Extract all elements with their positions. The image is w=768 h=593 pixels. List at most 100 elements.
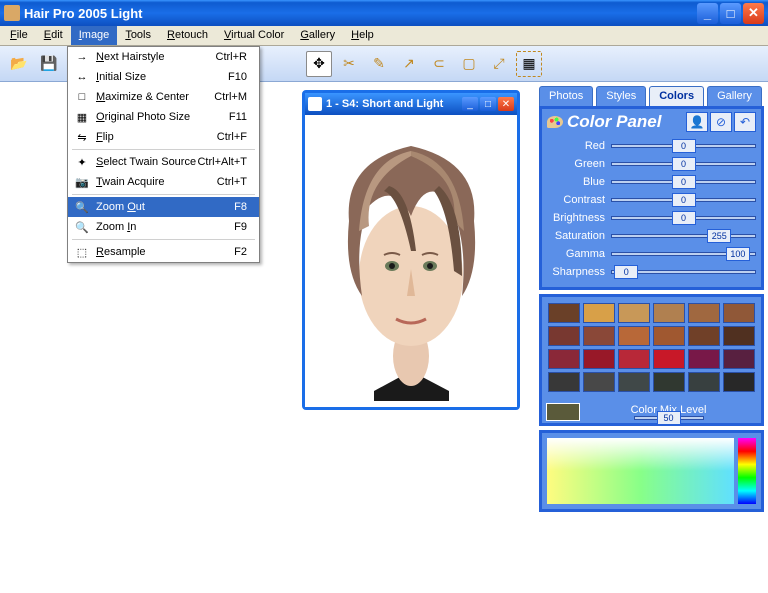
color-swatch[interactable] (723, 303, 755, 323)
lasso-tool-button[interactable]: ⊂ (426, 51, 452, 77)
eraser-button[interactable]: ⊘ (710, 112, 732, 132)
child-maximize-button[interactable]: □ (480, 97, 496, 111)
color-swatch[interactable] (618, 372, 650, 392)
hairstyle-preview-image (314, 121, 509, 401)
swatch-panel: Color Mix Level 50 (539, 294, 764, 426)
slider-brightness[interactable]: 0 (611, 216, 756, 220)
menu-item-zoom-out[interactable]: 🔍Zoom OutF8 (68, 197, 259, 217)
slider-label-green: Green (547, 158, 611, 170)
color-swatch[interactable] (723, 326, 755, 346)
color-swatch[interactable] (688, 372, 720, 392)
color-swatch[interactable] (548, 326, 580, 346)
tab-photos[interactable]: Photos (539, 86, 593, 106)
slider-contrast[interactable]: 0 (611, 198, 756, 202)
color-panel-title: Color Panel (567, 112, 684, 132)
color-swatch[interactable] (618, 303, 650, 323)
slider-green[interactable]: 0 (611, 162, 756, 166)
tab-colors[interactable]: Colors (649, 86, 704, 106)
color-swatch[interactable] (548, 349, 580, 369)
menu-edit[interactable]: Edit (36, 26, 71, 45)
menu-tools[interactable]: Tools (117, 26, 159, 45)
tab-styles[interactable]: Styles (596, 86, 646, 106)
slider-gamma[interactable]: 100 (611, 252, 756, 256)
menu-help[interactable]: Help (343, 26, 382, 45)
hue-bar-picker[interactable] (738, 438, 756, 504)
menu-item-next-hairstyle[interactable]: →Next HairstyleCtrl+R (68, 47, 259, 67)
slider-thumb-gamma[interactable]: 100 (726, 247, 750, 261)
color-mix-preview[interactable] (546, 403, 580, 421)
open-folder-button[interactable]: 📂 (6, 51, 32, 77)
slider-group: Red0Green0Blue0Contrast0Brightness0Satur… (542, 135, 761, 287)
close-button[interactable]: ✕ (743, 3, 764, 24)
child-minimize-button[interactable]: _ (462, 97, 478, 111)
color-swatch[interactable] (653, 349, 685, 369)
menubar: FileEditImageToolsRetouchVirtual ColorGa… (0, 26, 768, 46)
color-swatch[interactable] (688, 326, 720, 346)
color-select-button[interactable]: ▦ (516, 51, 542, 77)
window-title: Hair Pro 2005 Light (24, 6, 695, 21)
slider-thumb-red[interactable]: 0 (672, 139, 696, 153)
menu-file[interactable]: File (2, 26, 36, 45)
maximize-button[interactable]: □ (720, 3, 741, 24)
side-tabs: PhotosStylesColorsGallery (539, 86, 764, 106)
slider-saturation[interactable]: 255 (611, 234, 756, 238)
resize-tool-button[interactable]: ⤢ (486, 51, 512, 77)
child-window-icon (308, 97, 322, 111)
menu-virtual-color[interactable]: Virtual Color (216, 26, 292, 45)
rect-tool-button[interactable]: ▢ (456, 51, 482, 77)
save-button[interactable]: 💾 (36, 51, 62, 77)
slider-thumb-saturation[interactable]: 255 (707, 229, 731, 243)
menu-item-zoom-in[interactable]: 🔍Zoom InF9 (68, 217, 259, 237)
color-swatch[interactable] (583, 372, 615, 392)
menu-item-flip[interactable]: ⇋FlipCtrl+F (68, 127, 259, 147)
color-gradient-picker[interactable] (547, 438, 734, 504)
tab-gallery[interactable]: Gallery (707, 86, 762, 106)
minimize-button[interactable]: _ (697, 3, 718, 24)
gradient-panel (539, 430, 764, 512)
color-swatch[interactable] (583, 303, 615, 323)
menu-item-twain-acquire[interactable]: 📷Twain AcquireCtrl+T (68, 172, 259, 192)
mix-level-thumb[interactable]: 50 (657, 411, 681, 425)
color-swatch[interactable] (618, 349, 650, 369)
slider-sharpness[interactable]: 0 (611, 270, 756, 274)
wand-tool-button[interactable]: ✎ (366, 51, 392, 77)
menu-item-original-photo-size[interactable]: ▦Original Photo SizeF11 (68, 107, 259, 127)
slider-thumb-brightness[interactable]: 0 (672, 211, 696, 225)
menu-item-resample[interactable]: ⬚ResampleF2 (68, 242, 259, 262)
color-swatch[interactable] (653, 372, 685, 392)
menu-gallery[interactable]: Gallery (292, 26, 343, 45)
cut-tool-button[interactable]: ✂ (336, 51, 362, 77)
move-tool-button[interactable]: ✥ (306, 51, 332, 77)
slider-label-blue: Blue (547, 176, 611, 188)
slider-thumb-green[interactable]: 0 (672, 157, 696, 171)
side-panel: PhotosStylesColorsGallery Color Panel 👤 … (539, 86, 764, 516)
slider-thumb-sharpness[interactable]: 0 (614, 265, 638, 279)
slider-label-contrast: Contrast (547, 194, 611, 206)
slider-red[interactable]: 0 (611, 144, 756, 148)
menu-item-maximize-center[interactable]: □Maximize & CenterCtrl+M (68, 87, 259, 107)
color-swatch[interactable] (548, 303, 580, 323)
menu-retouch[interactable]: Retouch (159, 26, 216, 45)
undo-button[interactable]: ↶ (734, 112, 756, 132)
color-swatch[interactable] (688, 303, 720, 323)
menu-item-select-twain-source[interactable]: ✦Select Twain SourceCtrl+Alt+T (68, 152, 259, 172)
color-swatch[interactable] (723, 349, 755, 369)
arrow-tool-button[interactable]: ↗ (396, 51, 422, 77)
color-swatch[interactable] (653, 326, 685, 346)
color-swatch[interactable] (653, 303, 685, 323)
slider-blue[interactable]: 0 (611, 180, 756, 184)
child-close-button[interactable]: ✕ (498, 97, 514, 111)
color-swatch[interactable] (688, 349, 720, 369)
image-canvas[interactable] (305, 115, 517, 407)
pick-hair-button[interactable]: 👤 (686, 112, 708, 132)
mix-level-slider[interactable]: 50 (634, 416, 704, 420)
color-swatch[interactable] (548, 372, 580, 392)
color-swatch[interactable] (618, 326, 650, 346)
color-swatch[interactable] (583, 326, 615, 346)
menu-item-initial-size[interactable]: ↔Initial SizeF10 (68, 67, 259, 87)
slider-thumb-contrast[interactable]: 0 (672, 193, 696, 207)
slider-thumb-blue[interactable]: 0 (672, 175, 696, 189)
color-swatch[interactable] (723, 372, 755, 392)
menu-image[interactable]: Image (71, 26, 118, 45)
color-swatch[interactable] (583, 349, 615, 369)
